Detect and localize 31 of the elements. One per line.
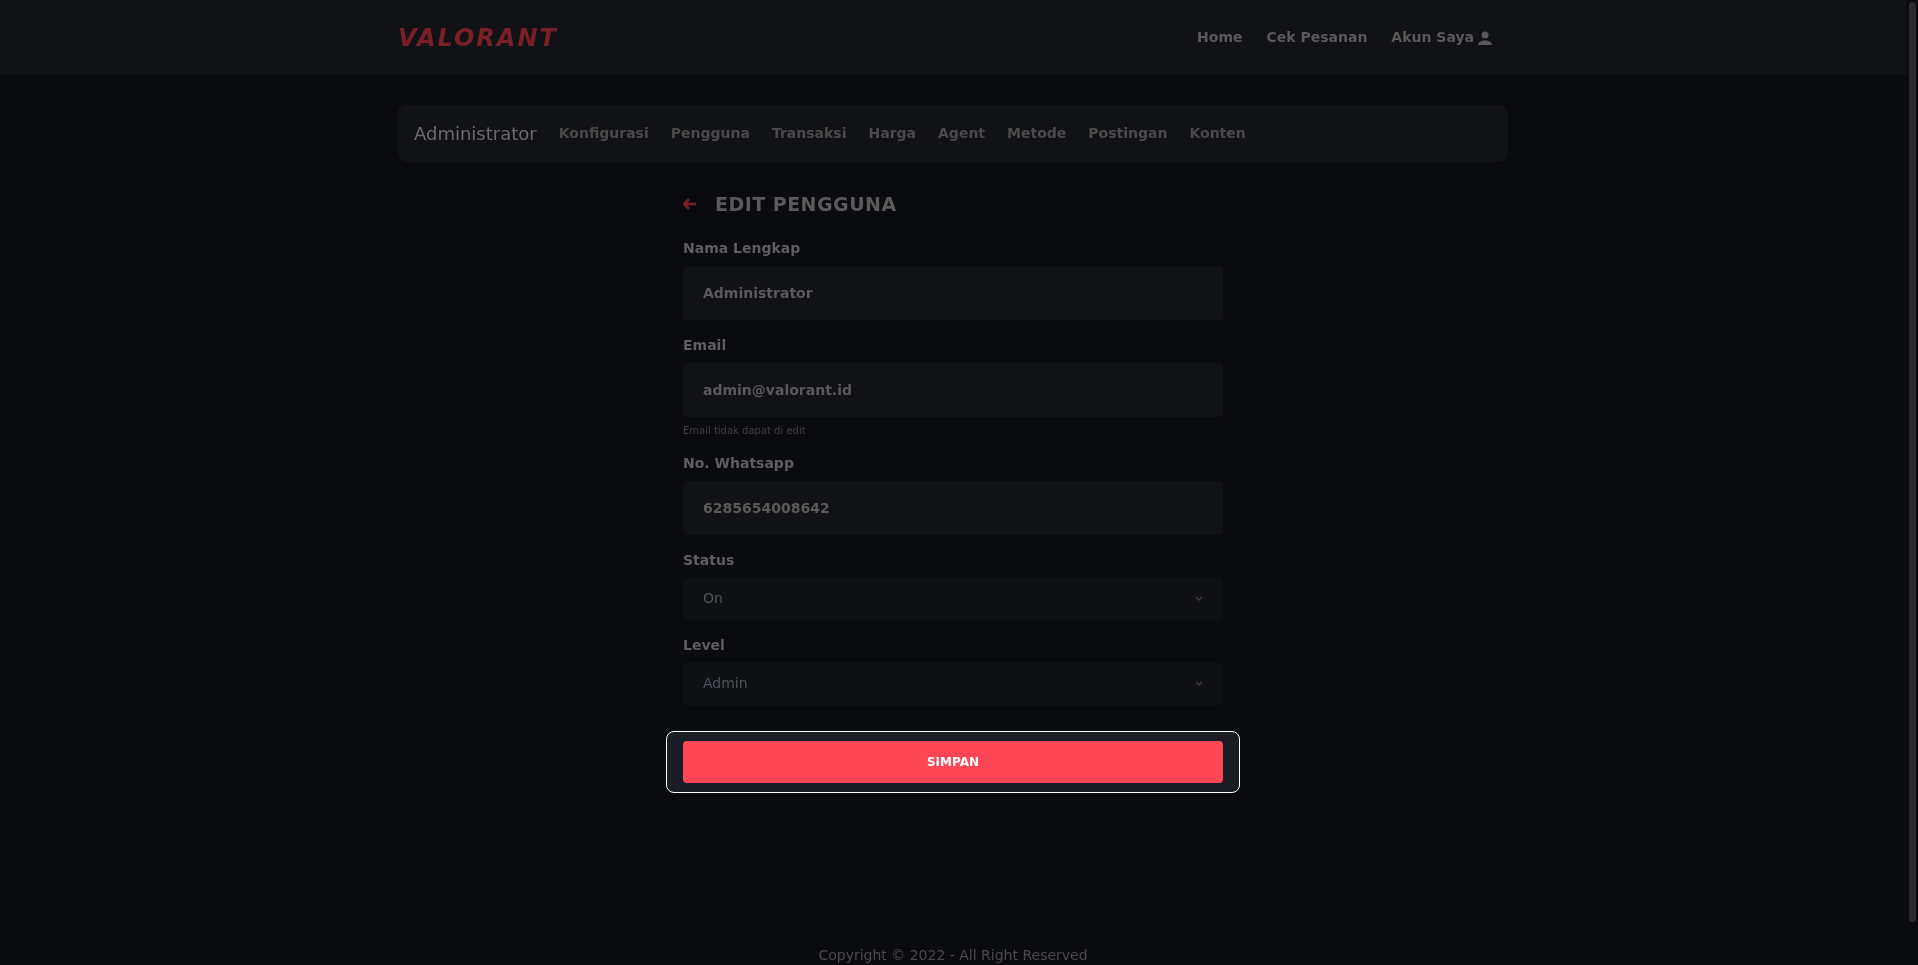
admin-menu-link[interactable]: Konten: [1189, 123, 1246, 144]
admin-title: Administrator: [414, 122, 537, 146]
copyright-text: Copyright © 2022 - All Right Reserved: [818, 947, 1088, 963]
select-field[interactable]: Admin: [683, 662, 1223, 705]
field-label: Level: [683, 635, 726, 654]
field-label: Email: [683, 335, 728, 354]
input-field[interactable]: admin@valorant.id: [683, 362, 1223, 417]
admin-menu-link[interactable]: Konfigurasi: [558, 123, 649, 144]
nav-link[interactable]: Home: [1197, 27, 1243, 48]
logo[interactable]: VALORANT: [398, 25, 558, 50]
select-field[interactable]: On: [683, 577, 1223, 620]
admin-menu-link[interactable]: Postingan: [1088, 123, 1168, 144]
chevron-down-icon: [1195, 680, 1203, 687]
input-field[interactable]: Administrator: [683, 265, 1223, 320]
scrollbar-thumb[interactable]: [1908, 2, 1916, 922]
admin-menu-link[interactable]: Metode: [1007, 123, 1067, 144]
admin-menu-link[interactable]: Pengguna: [670, 123, 750, 144]
page-title: EDIT PENGGUNA: [715, 192, 897, 217]
field-label: No. Whatsapp: [683, 453, 795, 472]
chevron-down-icon: [1195, 595, 1203, 602]
nav-link[interactable]: Akun Saya: [1391, 27, 1492, 48]
admin-menu-link[interactable]: Agent: [938, 123, 986, 144]
save-button[interactable]: SIMPAN: [683, 740, 1223, 783]
admin-menu-link[interactable]: Harga: [868, 123, 917, 144]
input-field[interactable]: 6285654008642: [683, 480, 1223, 535]
field-label: Status: [683, 550, 736, 569]
admin-menu-link[interactable]: Transaksi: [771, 123, 847, 144]
field-label: Nama Lengkap: [683, 238, 802, 257]
nav-link[interactable]: Cek Pesanan: [1266, 27, 1368, 48]
back-arrow-icon[interactable]: [683, 198, 697, 211]
user-icon: [1478, 30, 1492, 45]
